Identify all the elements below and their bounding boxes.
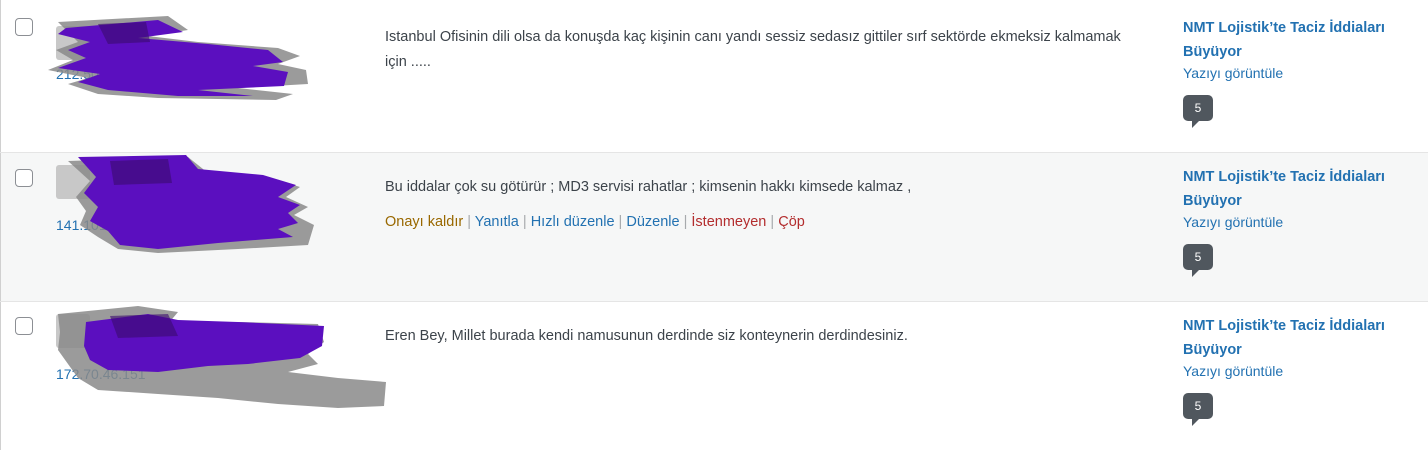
comment-text: Istanbul Ofisinin dili olsa da konuşda k… — [385, 29, 1121, 70]
comment-text: Bu iddalar çok su götürür ; MD3 servisi … — [385, 179, 912, 195]
spam-link[interactable]: İstenmeyen — [691, 214, 766, 230]
comment-author: 172.70.46.151 — [38, 302, 388, 412]
action-separator: | — [770, 214, 775, 230]
post-title-link[interactable]: NMT Lojistik’te Taciz İddiaları Büyüyor — [1183, 314, 1423, 362]
comment-count-bubble[interactable]: 5 — [1183, 393, 1213, 426]
view-post-link[interactable]: Yazıyı görüntüle — [1183, 65, 1423, 81]
view-post-link[interactable]: Yazıyı görüntüle — [1183, 363, 1423, 379]
row-border — [0, 153, 1, 301]
comment-select-checkbox[interactable] — [15, 317, 33, 335]
response-to: NMT Lojistik’te Taciz İddiaları Büyüyor … — [1183, 165, 1423, 277]
action-separator: | — [618, 214, 623, 230]
row-border — [0, 0, 1, 152]
post-title-link[interactable]: NMT Lojistik’te Taciz İddiaları Büyüyor — [1183, 16, 1423, 64]
post-title-link[interactable]: NMT Lojistik’te Taciz İddiaları Büyüyor — [1183, 165, 1423, 213]
comment-select-checkbox[interactable] — [15, 169, 33, 187]
unapprove-link[interactable]: Onayı kaldır — [385, 214, 463, 230]
row-border — [0, 302, 1, 450]
redaction-scribble — [68, 155, 314, 253]
quick-edit-link[interactable]: Hızlı düzenle — [531, 214, 615, 230]
action-separator: | — [522, 214, 527, 230]
comment-row: 172.70.46.151 Eren Bey, Millet burada ke… — [0, 302, 1428, 450]
reply-link[interactable]: Yanıtla — [475, 214, 519, 230]
comment-author: 212.50.248.128 — [38, 12, 388, 122]
avatar — [56, 314, 90, 348]
edit-link[interactable]: Düzenle — [626, 214, 679, 230]
comment-select-checkbox[interactable] — [15, 18, 33, 36]
avatar — [56, 165, 90, 199]
comments-table: 212.50.248.128 Istanbul Ofisinin dili ol… — [0, 0, 1428, 450]
author-ip[interactable]: 212.50.248.128 — [56, 66, 153, 82]
view-post-link[interactable]: Yazıyı görüntüle — [1183, 214, 1423, 230]
response-to: NMT Lojistik’te Taciz İddiaları Büyüyor … — [1183, 314, 1423, 426]
redaction-scribble — [58, 306, 386, 408]
comment-row: 212.50.248.128 Istanbul Ofisinin dili ol… — [0, 0, 1428, 153]
row-actions: Onayı kaldır | Yanıtla | Hızlı düzenle |… — [385, 214, 805, 230]
trash-link[interactable]: Çöp — [778, 214, 805, 230]
comment-author: 141.101.96.5 — [38, 153, 388, 263]
comment-row: 141.101.96.5 Bu iddalar çok su götürür ;… — [0, 153, 1428, 302]
author-ip[interactable]: 172.70.46.151 — [56, 366, 146, 382]
avatar — [56, 26, 90, 60]
author-ip[interactable]: 141.101.96.5 — [56, 217, 138, 233]
response-to: NMT Lojistik’te Taciz İddiaları Büyüyor … — [1183, 16, 1423, 128]
comment-count-bubble[interactable]: 5 — [1183, 95, 1213, 128]
comment-count-bubble[interactable]: 5 — [1183, 244, 1213, 277]
action-separator: | — [683, 214, 688, 230]
comment-text: Eren Bey, Millet burada kendi namusunun … — [385, 328, 908, 344]
action-separator: | — [467, 214, 471, 230]
